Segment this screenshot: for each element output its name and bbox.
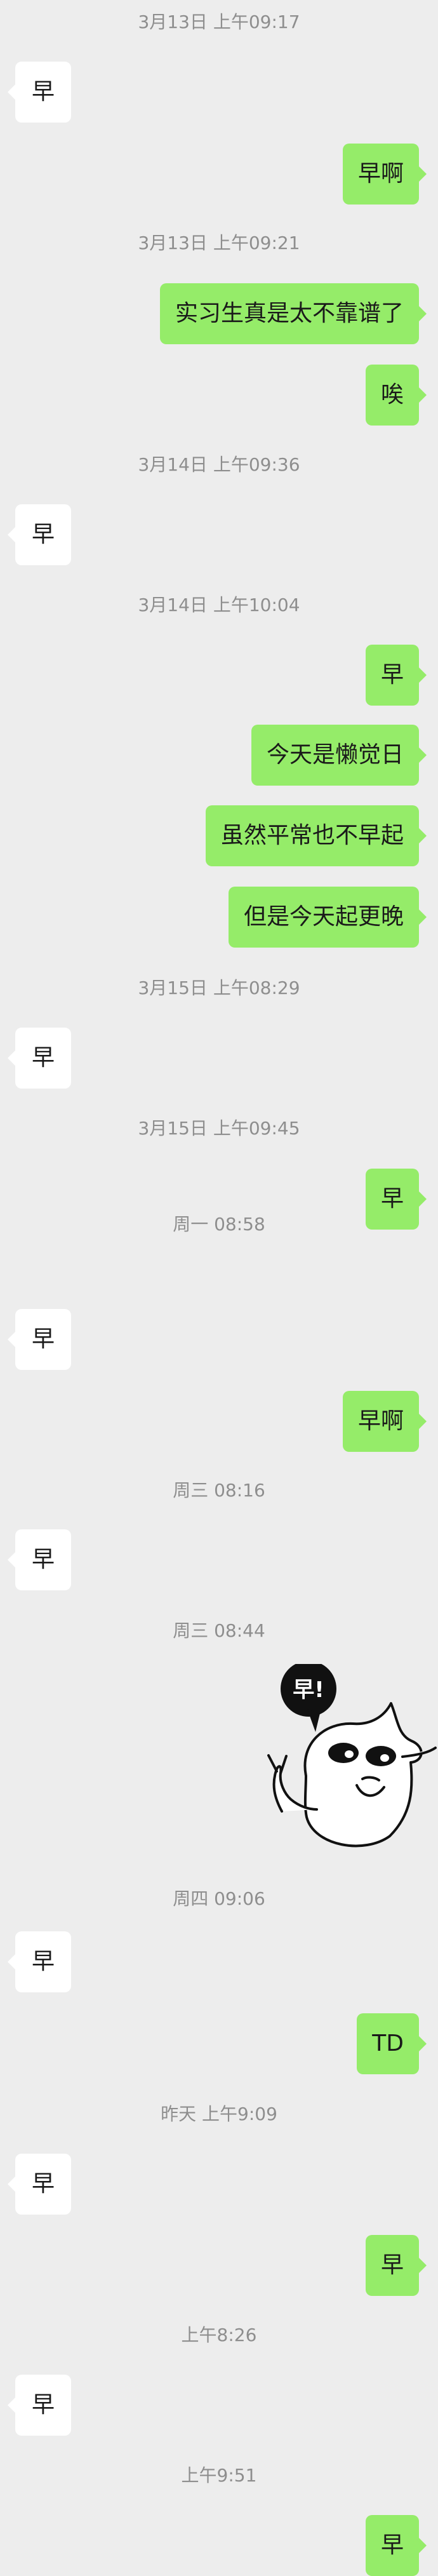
timestamp: 周三 08:16 [173, 1480, 265, 1501]
timestamp: 昨天 上午9:09 [161, 2103, 277, 2124]
message-bubble-outgoing[interactable]: 但是今天起更晚 [228, 887, 427, 948]
message-bubble-incoming[interactable]: 早 [8, 2375, 71, 2436]
message-bubble-incoming[interactable]: 早 [8, 62, 71, 123]
message-bubble-incoming[interactable]: 早 [8, 1309, 71, 1370]
timestamp: 3月14日 上午09:36 [138, 454, 300, 475]
message-bubble-incoming[interactable]: 早 [8, 504, 71, 565]
timestamp: 3月13日 上午09:21 [138, 232, 300, 253]
timestamp: 上午9:51 [181, 2465, 257, 2486]
message-bubble-outgoing[interactable]: 虽然平常也不早起 [205, 805, 427, 866]
message-bubble-incoming[interactable]: 早 [8, 1931, 71, 1992]
timestamp: 3月14日 上午10:04 [138, 594, 300, 615]
timestamp: 周三 08:44 [173, 1620, 265, 1641]
timestamp: 3月15日 上午08:29 [138, 977, 300, 998]
message-bubble-incoming[interactable]: 早 [8, 1028, 71, 1089]
message-bubble-outgoing[interactable]: 唉 [365, 365, 427, 426]
sticker-text: 早! [293, 1677, 324, 1703]
message-bubble-incoming[interactable]: 早 [8, 2154, 71, 2215]
timestamp: 3月15日 上午09:45 [138, 1118, 300, 1139]
chat-history: 3月13日 上午09:17 早 早啊 3月13日 上午09:21 实习生真是太不… [0, 0, 438, 2576]
message-bubble-outgoing[interactable]: 早 [365, 645, 427, 706]
timestamp: 周四 09:06 [173, 1888, 265, 1909]
timestamp: 周一 08:58 [173, 1214, 265, 1235]
message-bubble-outgoing[interactable]: 早啊 [342, 144, 427, 205]
waving-cartoon-sticker-icon: 早! [267, 1661, 437, 1848]
message-bubble-outgoing[interactable]: 实习生真是太不靠谱了 [159, 283, 427, 344]
sticker-message[interactable]: 早! [254, 1661, 438, 1855]
message-bubble-outgoing[interactable]: 早 [365, 2235, 427, 2296]
timestamp: 3月13日 上午09:17 [138, 11, 300, 32]
message-bubble-outgoing[interactable]: 早 [365, 2515, 427, 2576]
message-bubble-incoming[interactable]: 早 [8, 1529, 71, 1590]
message-bubble-outgoing[interactable]: 今天是懒觉日 [251, 725, 427, 786]
message-bubble-outgoing[interactable]: 早啊 [342, 1391, 427, 1452]
message-bubble-outgoing[interactable]: TD [357, 2013, 427, 2074]
timestamp: 上午8:26 [181, 2324, 257, 2345]
